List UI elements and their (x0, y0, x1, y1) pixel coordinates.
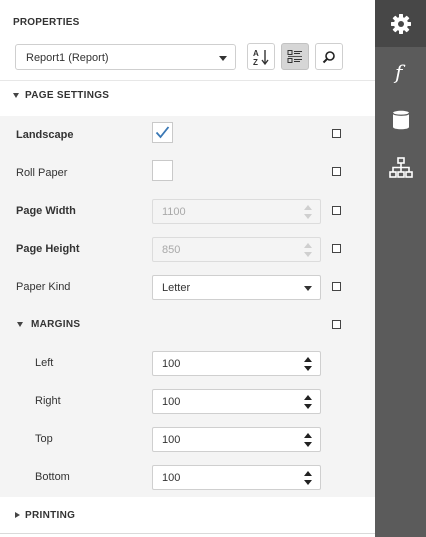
svg-text:Z: Z (253, 58, 258, 66)
margin-right-label: Right (35, 395, 61, 407)
paper-kind-value: Letter (162, 282, 191, 294)
section-printing-label: PRINTING (25, 510, 76, 521)
margin-left-value: 100 (162, 358, 181, 370)
spin-down-icon (304, 442, 312, 447)
reset-page-width-toggle[interactable] (332, 206, 341, 215)
expand-arrow-icon (15, 512, 20, 518)
database-icon (391, 110, 410, 129)
spin-up-icon (304, 205, 312, 210)
svg-text:A: A (253, 49, 259, 58)
data-source-tab[interactable] (375, 96, 426, 143)
margin-bottom-input[interactable]: 100 (152, 465, 321, 490)
margin-top-input[interactable]: 100 (152, 427, 321, 452)
svg-text:f: f (393, 61, 406, 83)
search-icon (322, 50, 335, 63)
hierarchy-icon (388, 156, 413, 178)
page-width-input[interactable]: 1100 (152, 199, 321, 224)
divider (0, 80, 375, 81)
properties-panel: PROPERTIES Report1 (Report) A Z PAGE SET… (0, 0, 375, 537)
margin-right-value: 100 (162, 396, 181, 408)
paper-kind-label: Paper Kind (16, 281, 71, 293)
reset-page-height-toggle[interactable] (332, 244, 341, 253)
side-tab-rail: f (375, 0, 426, 537)
page-width-label: Page Width (16, 205, 76, 217)
reset-paper-kind-toggle[interactable] (332, 282, 341, 291)
page-width-value: 1100 (162, 206, 186, 218)
categorized-icon (287, 49, 302, 63)
spin-up-icon (304, 433, 312, 438)
report-explorer-tab[interactable] (375, 144, 426, 191)
categorized-view-button[interactable] (281, 43, 309, 70)
landscape-checkbox[interactable] (152, 122, 173, 143)
spin-up-icon (304, 243, 312, 248)
divider (0, 533, 375, 534)
spin-down-icon (304, 480, 312, 485)
page-height-input[interactable]: 850 (152, 237, 321, 262)
margin-top-value: 100 (162, 434, 181, 446)
spin-down-icon (304, 214, 312, 219)
reset-landscape-toggle[interactable] (332, 129, 341, 138)
function-icon: f (393, 61, 406, 83)
margin-bottom-value: 100 (162, 472, 181, 484)
spin-down-icon (304, 366, 312, 371)
collapse-arrow-icon (17, 322, 23, 327)
object-selector[interactable]: Report1 (Report) (15, 44, 236, 70)
spin-up-icon (304, 471, 312, 476)
reset-margins-toggle[interactable] (332, 320, 341, 329)
reset-roll-paper-toggle[interactable] (332, 167, 341, 176)
search-button[interactable] (315, 43, 343, 70)
page-height-value: 850 (162, 244, 181, 256)
gear-icon (390, 13, 411, 34)
section-page-settings-label: PAGE SETTINGS (25, 90, 110, 101)
collapse-arrow-icon (13, 93, 19, 98)
margin-left-label: Left (35, 357, 54, 369)
landscape-label: Landscape (16, 129, 74, 141)
chevron-down-icon (304, 286, 312, 291)
margin-right-input[interactable]: 100 (152, 389, 321, 414)
spin-buttons[interactable] (303, 204, 313, 220)
expressions-tab[interactable]: f (375, 48, 426, 95)
panel-title: PROPERTIES (13, 17, 80, 28)
section-margins-label: MARGINS (31, 319, 81, 330)
margin-left-input[interactable]: 100 (152, 351, 321, 376)
chevron-down-icon (219, 56, 227, 61)
sort-alphabetically-button[interactable]: A Z (247, 43, 275, 70)
properties-tab[interactable] (375, 0, 426, 47)
spin-up-icon (304, 357, 312, 362)
spin-down-icon (304, 252, 312, 257)
sort-az-icon: A Z (253, 49, 269, 66)
page-height-label: Page Height (16, 243, 80, 255)
spin-down-icon (304, 404, 312, 409)
checkmark-icon (155, 126, 170, 139)
margin-bottom-label: Bottom (35, 471, 70, 483)
roll-paper-label: Roll Paper (16, 167, 68, 179)
spin-buttons[interactable] (303, 432, 313, 448)
roll-paper-checkbox[interactable] (152, 160, 173, 181)
spin-buttons[interactable] (303, 470, 313, 486)
spin-buttons[interactable] (303, 242, 313, 258)
spin-buttons[interactable] (303, 394, 313, 410)
margin-top-label: Top (35, 433, 53, 445)
spin-up-icon (304, 395, 312, 400)
paper-kind-select[interactable]: Letter (152, 275, 321, 300)
spin-buttons[interactable] (303, 356, 313, 372)
object-selector-value: Report1 (Report) (26, 52, 109, 64)
